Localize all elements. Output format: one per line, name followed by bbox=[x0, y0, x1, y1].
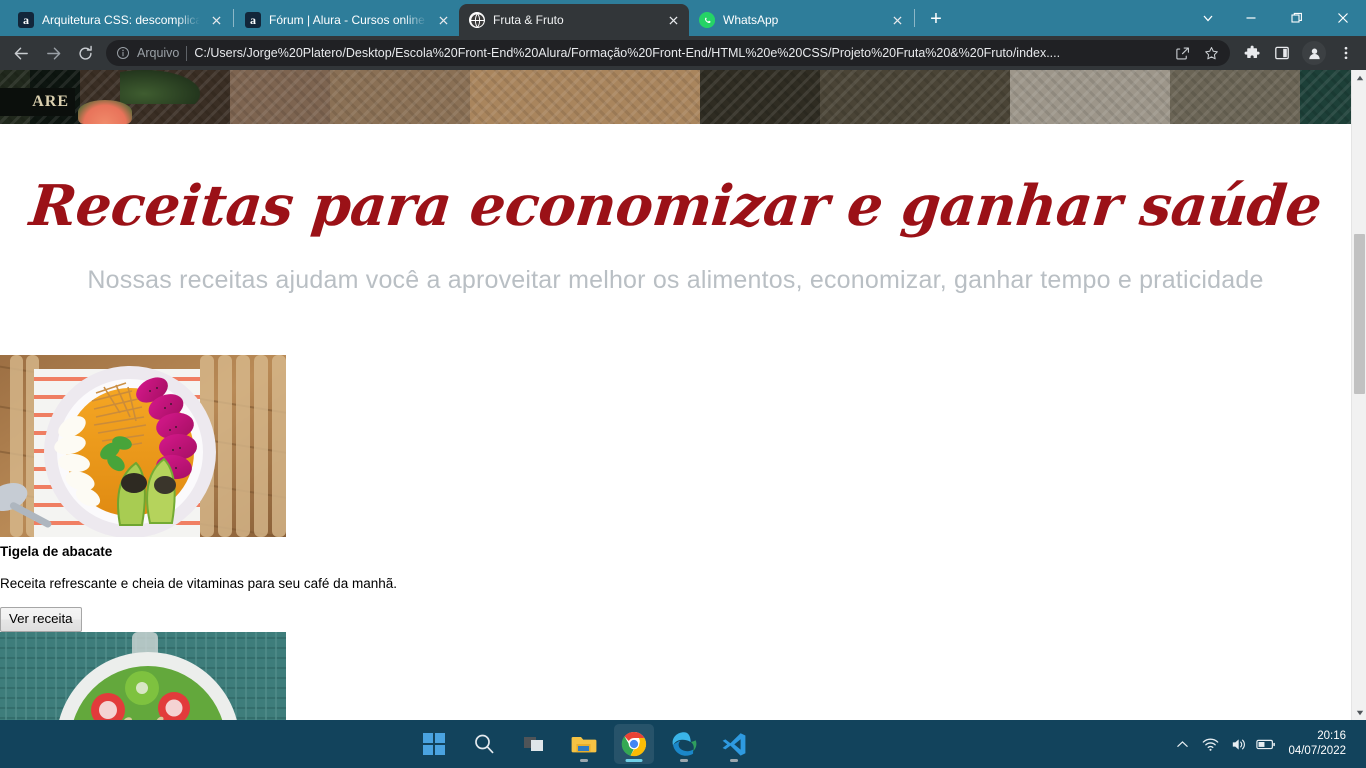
system-tray: 20:16 04/07/2022 bbox=[1168, 724, 1366, 764]
forward-arrow-icon[interactable] bbox=[38, 38, 68, 68]
browser-tab-3-active[interactable]: Fruta & Fruto bbox=[459, 4, 689, 36]
star-icon[interactable] bbox=[1200, 42, 1222, 64]
chrome-button[interactable] bbox=[614, 724, 655, 764]
tab-title: Arquitetura CSS: descomplicando bbox=[42, 13, 200, 27]
whatsapp-icon bbox=[699, 12, 715, 28]
tab-divider bbox=[914, 9, 915, 27]
page-content: Receitas para economizar e ganhar saúde … bbox=[0, 173, 1351, 720]
ver-receita-button[interactable]: Ver receita bbox=[0, 606, 82, 632]
close-tab-icon[interactable] bbox=[208, 12, 224, 28]
vscode-button[interactable] bbox=[714, 724, 754, 764]
start-button[interactable] bbox=[414, 724, 454, 764]
profile-avatar[interactable] bbox=[1302, 41, 1326, 65]
tab-search-caret-icon[interactable] bbox=[1188, 0, 1228, 36]
alura-a-icon: a bbox=[18, 12, 34, 28]
page-subtitle: Nossas receitas ajudam você a aproveitar… bbox=[87, 265, 1264, 294]
reload-icon[interactable] bbox=[70, 38, 100, 68]
edge-button[interactable] bbox=[664, 724, 704, 764]
web-page: ARE Receitas para economizar e ganhar sa… bbox=[0, 70, 1351, 720]
page-title: Receitas para economizar e ganhar saúde bbox=[26, 173, 1325, 239]
back-arrow-icon[interactable] bbox=[6, 38, 36, 68]
chevron-up-icon[interactable] bbox=[1168, 724, 1196, 764]
minimize-button[interactable] bbox=[1228, 0, 1274, 36]
page-scrollbar[interactable] bbox=[1351, 70, 1366, 720]
running-indicator bbox=[730, 759, 739, 762]
clock-date: 04/07/2022 bbox=[1288, 745, 1346, 757]
task-view-button[interactable] bbox=[514, 724, 554, 764]
recipe-description: Receita refrescante e cheia de vitaminas… bbox=[0, 575, 397, 591]
banner-leaf-decoration bbox=[120, 70, 200, 104]
running-indicator bbox=[580, 759, 589, 762]
recipe-image-green-bowl bbox=[0, 631, 286, 720]
wifi-icon[interactable] bbox=[1196, 724, 1224, 764]
close-window-button[interactable] bbox=[1320, 0, 1366, 36]
close-tab-icon[interactable] bbox=[435, 12, 451, 28]
battery-icon[interactable] bbox=[1252, 724, 1280, 764]
search-button[interactable] bbox=[464, 724, 504, 764]
windows-taskbar: 20:16 04/07/2022 bbox=[0, 720, 1366, 768]
omnibox-divider bbox=[186, 45, 188, 61]
close-tab-icon[interactable] bbox=[665, 12, 681, 28]
recipe-card: Tigela de abacate Receita refrescante e … bbox=[0, 354, 397, 632]
browser-toolbar: Arquivo C:/Users/Jorge%20Platero/Desktop… bbox=[0, 36, 1366, 70]
tab-divider bbox=[233, 9, 234, 27]
share-icon[interactable] bbox=[1171, 42, 1193, 64]
side-panel-icon[interactable] bbox=[1268, 39, 1296, 67]
puzzle-icon[interactable] bbox=[1238, 39, 1266, 67]
banner-melon-decoration bbox=[78, 100, 132, 124]
url-scheme-label: Arquivo bbox=[137, 46, 180, 60]
file-explorer-button[interactable] bbox=[564, 724, 604, 764]
alura-a-icon: a bbox=[245, 12, 261, 28]
browser-tab-2[interactable]: a Fórum | Alura - Cursos online de bbox=[235, 4, 459, 36]
volume-icon[interactable] bbox=[1224, 724, 1252, 764]
page-viewport: ARE Receitas para economizar e ganhar sa… bbox=[0, 70, 1366, 720]
hero-banner-image: ARE bbox=[0, 70, 1351, 124]
tab-title: WhatsApp bbox=[723, 13, 779, 27]
close-tab-icon[interactable] bbox=[889, 12, 905, 28]
scroll-down-arrow[interactable] bbox=[1352, 705, 1366, 720]
recipe-card bbox=[0, 631, 286, 720]
url-text[interactable]: C:/Users/Jorge%20Platero/Desktop/Escola%… bbox=[194, 46, 1164, 60]
browser-tab-4[interactable]: WhatsApp bbox=[689, 4, 913, 36]
taskbar-apps bbox=[0, 724, 1168, 764]
tab-title: Fruta & Fruto bbox=[493, 13, 564, 27]
running-indicator bbox=[680, 759, 689, 762]
banner-sign-text: ARE bbox=[0, 88, 75, 116]
clock-time: 20:16 bbox=[1317, 730, 1346, 742]
page-info-icon[interactable] bbox=[116, 46, 130, 60]
window-controls bbox=[1188, 0, 1366, 36]
recipe-image-avocado-bowl bbox=[0, 354, 286, 537]
running-indicator bbox=[625, 759, 643, 762]
globe-icon bbox=[469, 12, 485, 28]
tab-title: Fórum | Alura - Cursos online de bbox=[269, 13, 427, 27]
three-dot-menu-icon[interactable] bbox=[1332, 39, 1360, 67]
scroll-up-arrow[interactable] bbox=[1352, 70, 1366, 85]
taskbar-clock[interactable]: 20:16 04/07/2022 bbox=[1280, 729, 1358, 759]
recipe-title: Tigela de abacate bbox=[0, 543, 113, 559]
tab-strip: a Arquitetura CSS: descomplicando a Fóru… bbox=[0, 0, 1366, 36]
maximize-restore-button[interactable] bbox=[1274, 0, 1320, 36]
recipe-list: Tigela de abacate Receita refrescante e … bbox=[0, 354, 1351, 720]
address-bar[interactable]: Arquivo C:/Users/Jorge%20Platero/Desktop… bbox=[106, 40, 1230, 66]
scrollbar-thumb[interactable] bbox=[1354, 234, 1365, 394]
browser-tab-1[interactable]: a Arquitetura CSS: descomplicando bbox=[8, 4, 232, 36]
chrome-browser-window: a Arquitetura CSS: descomplicando a Fóru… bbox=[0, 0, 1366, 720]
new-tab-button[interactable]: + bbox=[922, 5, 950, 33]
